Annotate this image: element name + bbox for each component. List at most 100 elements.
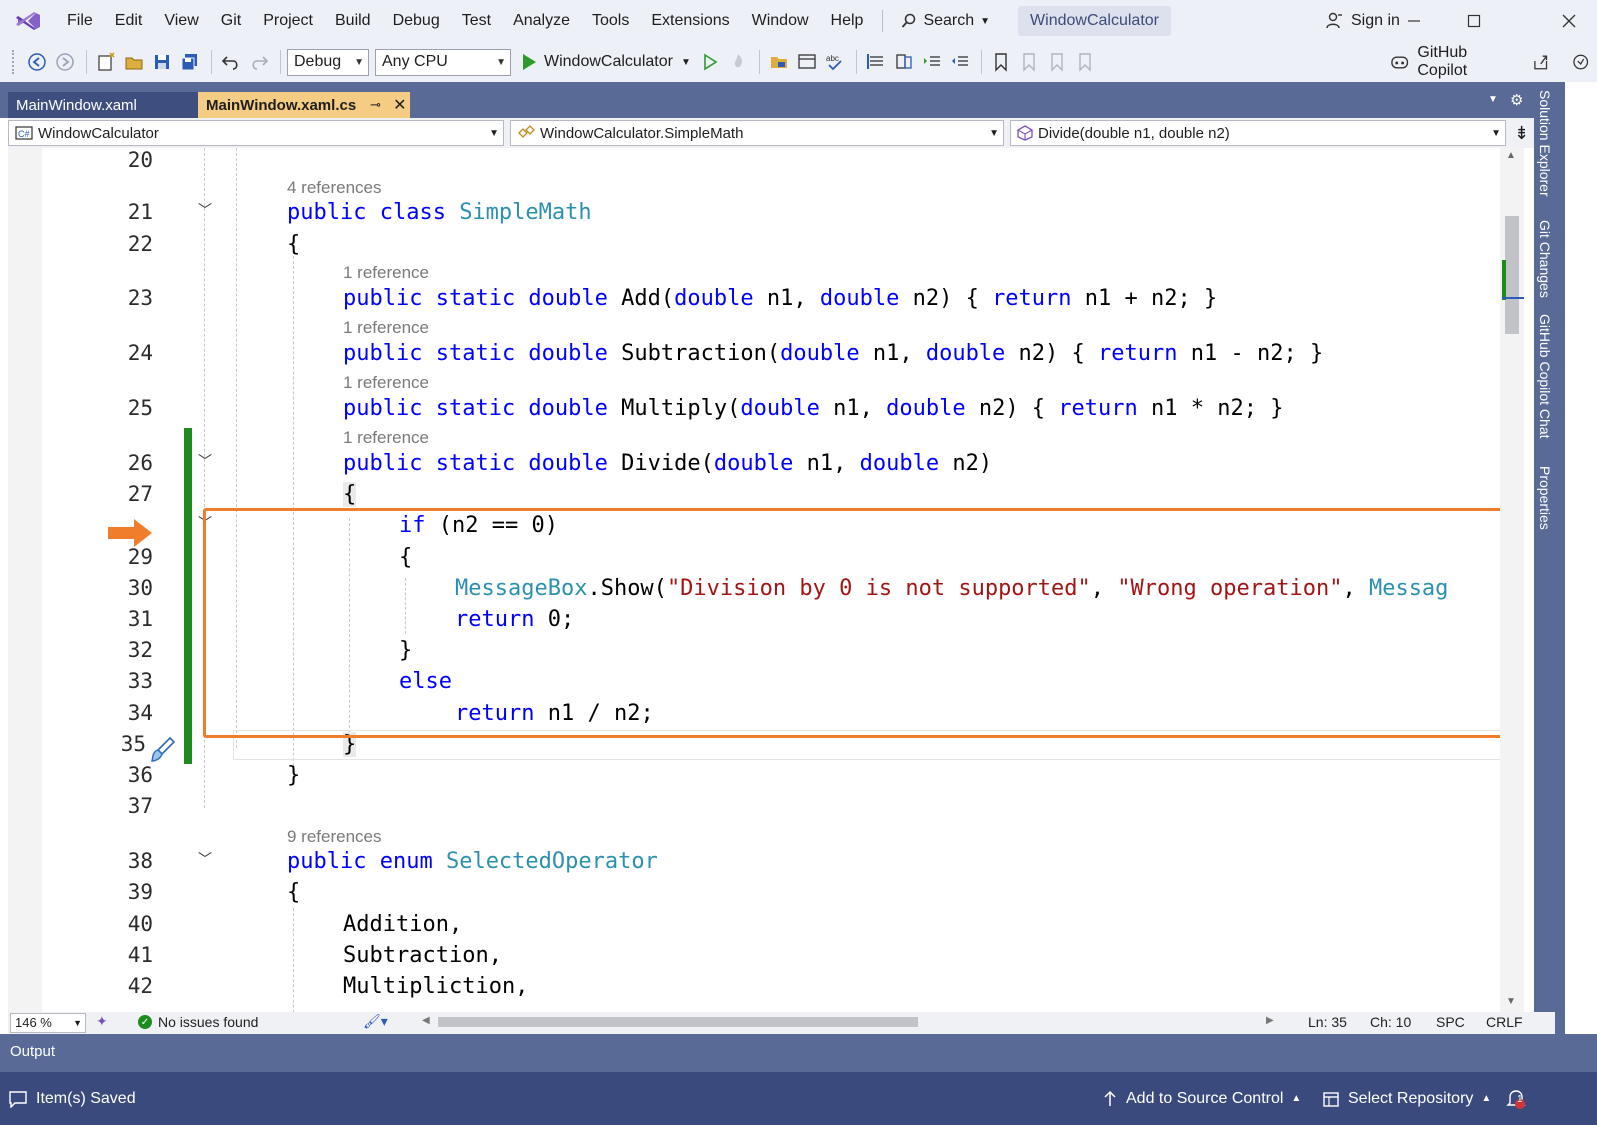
close-tab-icon[interactable]: ✕ [393,95,406,115]
clear-bookmarks-button[interactable] [1072,48,1098,76]
visual-studio-logo-icon[interactable] [14,8,42,34]
notifications-button[interactable]: 1 [1505,1072,1535,1125]
menu-analyze[interactable]: Analyze [502,0,581,42]
menu-extensions[interactable]: Extensions [640,0,740,42]
horizontal-scrollbar-thumb[interactable] [438,1017,918,1027]
scroll-left-icon[interactable]: ◀ [422,1015,430,1026]
quick-actions-brush-icon[interactable] [148,734,178,764]
scroll-up-icon[interactable]: ▲ [1506,150,1516,161]
hot-reload-button[interactable] [725,48,751,76]
solution-name-badge[interactable]: WindowCalculator [1018,6,1171,36]
comment-out-button[interactable] [863,48,889,76]
collapse-chevron-icon[interactable]: ﹀ [198,451,212,471]
menu-tools[interactable]: Tools [581,0,640,42]
start-without-debugging-button[interactable] [697,48,723,76]
codelens-references[interactable]: 1 reference [343,428,429,448]
menu-separator [882,10,884,32]
maximize-button[interactable] [1450,0,1498,42]
menu-debug[interactable]: Debug [382,0,451,42]
outdent-button[interactable] [947,48,973,76]
layout-button[interactable] [794,48,820,76]
navigate-forward-button[interactable] [52,48,78,76]
pin-icon[interactable]: ⊸ [370,97,381,113]
settings-gear-icon[interactable]: ⚙ [1510,91,1523,109]
scrollbar-thumb[interactable] [1505,216,1519,334]
minimize-button[interactable] [1390,0,1438,42]
spell-check-button[interactable]: abc [822,48,848,76]
menu-git[interactable]: Git [210,0,252,42]
code-line: 22 { [8,232,1534,264]
toggle-bookmark-button[interactable] [988,48,1014,76]
codelens-references[interactable]: 1 reference [343,263,429,283]
scroll-right-icon[interactable]: ▶ [1266,1015,1274,1026]
menu-test[interactable]: Test [451,0,502,42]
chevron-up-icon: ▲ [1481,1093,1492,1104]
type-dropdown[interactable]: WindowCalculator.SimpleMath ▼ [510,120,1004,146]
save-all-button[interactable] [177,48,203,76]
add-to-source-control-button[interactable]: Add to Source Control ▲ [1102,1072,1301,1125]
tab-list-dropdown-icon[interactable]: ▼ [1488,94,1498,105]
solution-platform-select[interactable]: Any CPU ▼ [375,48,511,76]
project-dropdown[interactable]: C# WindowCalculator ▼ [8,120,504,146]
menu-file[interactable]: File [56,0,104,42]
close-window-button[interactable] [1545,0,1593,42]
scroll-down-icon[interactable]: ▼ [1506,996,1516,1007]
vertical-scrollbar[interactable]: ▲ ▼ [1500,148,1524,1013]
zoom-select[interactable]: 146 % ▼ [10,1013,86,1033]
indent-button[interactable] [919,48,945,76]
code-line: 21 ﹀ public class SimpleMath [8,200,1534,232]
line-number: 25 [127,396,153,420]
side-tab-solution-explorer[interactable]: Solution Explorer [1537,90,1553,197]
feedback-icon[interactable] [1572,53,1589,71]
split-editor-icon[interactable]: ⇟ [1514,123,1529,144]
side-tab-git-changes[interactable]: Git Changes [1537,220,1553,298]
member-dropdown[interactable]: Divide(double n1, double n2) ▼ [1010,120,1506,146]
sign-in-button[interactable]: Sign in [1325,0,1400,42]
toolbar-grip[interactable] [12,50,16,74]
issues-indicator[interactable]: ✓ No issues found [138,1014,258,1030]
intellicode-icon[interactable]: ✦ [96,1013,108,1030]
menu-window[interactable]: Window [741,0,820,42]
start-debugging-button[interactable]: WindowCalculator ▼ [517,53,697,71]
line-indicator[interactable]: Ln: 35 [1308,1014,1347,1030]
code-cleanup-icon[interactable]: 🖌︎▾ [363,1013,388,1030]
hot-reload-icon [734,54,742,68]
menu-edit[interactable]: Edit [104,0,154,42]
save-button[interactable] [149,48,175,76]
code-editor[interactable]: 20 4 references 21 ﹀ public class Simple… [8,148,1534,1028]
csharp-project-icon: C# [15,126,33,140]
undo-button[interactable] [218,48,244,76]
side-tab-properties[interactable]: Properties [1537,466,1553,530]
redo-button[interactable] [246,48,272,76]
menu-project[interactable]: Project [252,0,324,42]
menu-help[interactable]: Help [820,0,875,42]
output-panel-tab[interactable]: Output [0,1034,1597,1072]
share-icon[interactable] [1532,53,1549,71]
menu-view[interactable]: View [153,0,209,42]
tab-mainwindow-xaml[interactable]: MainWindow.xaml [8,92,200,118]
codelens-references[interactable]: 1 reference [343,373,429,393]
collapse-chevron-icon[interactable]: ﹀ [198,849,212,869]
tab-mainwindow-xaml-cs[interactable]: MainWindow.xaml.cs ⊸ ✕ [198,92,410,118]
codelens-references[interactable]: 4 references [287,178,382,198]
side-tab-copilot-chat[interactable]: GitHub Copilot Chat [1537,314,1553,439]
column-indicator[interactable]: Ch: 10 [1370,1014,1411,1030]
select-repository-button[interactable]: Select Repository ▲ [1322,1072,1491,1125]
next-bookmark-button[interactable] [1044,48,1070,76]
solution-configuration-select[interactable]: Debug ▼ [287,48,369,76]
line-ending-indicator[interactable]: CRLF [1486,1014,1523,1030]
uncomment-button[interactable] [891,48,917,76]
browse-folder-button[interactable] [766,48,792,76]
previous-bookmark-button[interactable] [1016,48,1042,76]
navigate-back-button[interactable] [24,48,50,76]
open-file-button[interactable] [121,48,147,76]
menu-build[interactable]: Build [324,0,382,42]
new-project-button[interactable] [93,48,119,76]
whitespace-indicator[interactable]: SPC [1436,1014,1465,1030]
chevron-down-icon: ▼ [354,56,364,68]
search-button[interactable]: Search ▼ [891,12,1000,30]
codelens-references[interactable]: 1 reference [343,318,429,338]
collapse-chevron-icon[interactable]: ﹀ [198,200,212,220]
codelens-references[interactable]: 9 references [287,827,382,847]
github-copilot-button[interactable]: GitHub Copilot [1390,42,1597,82]
